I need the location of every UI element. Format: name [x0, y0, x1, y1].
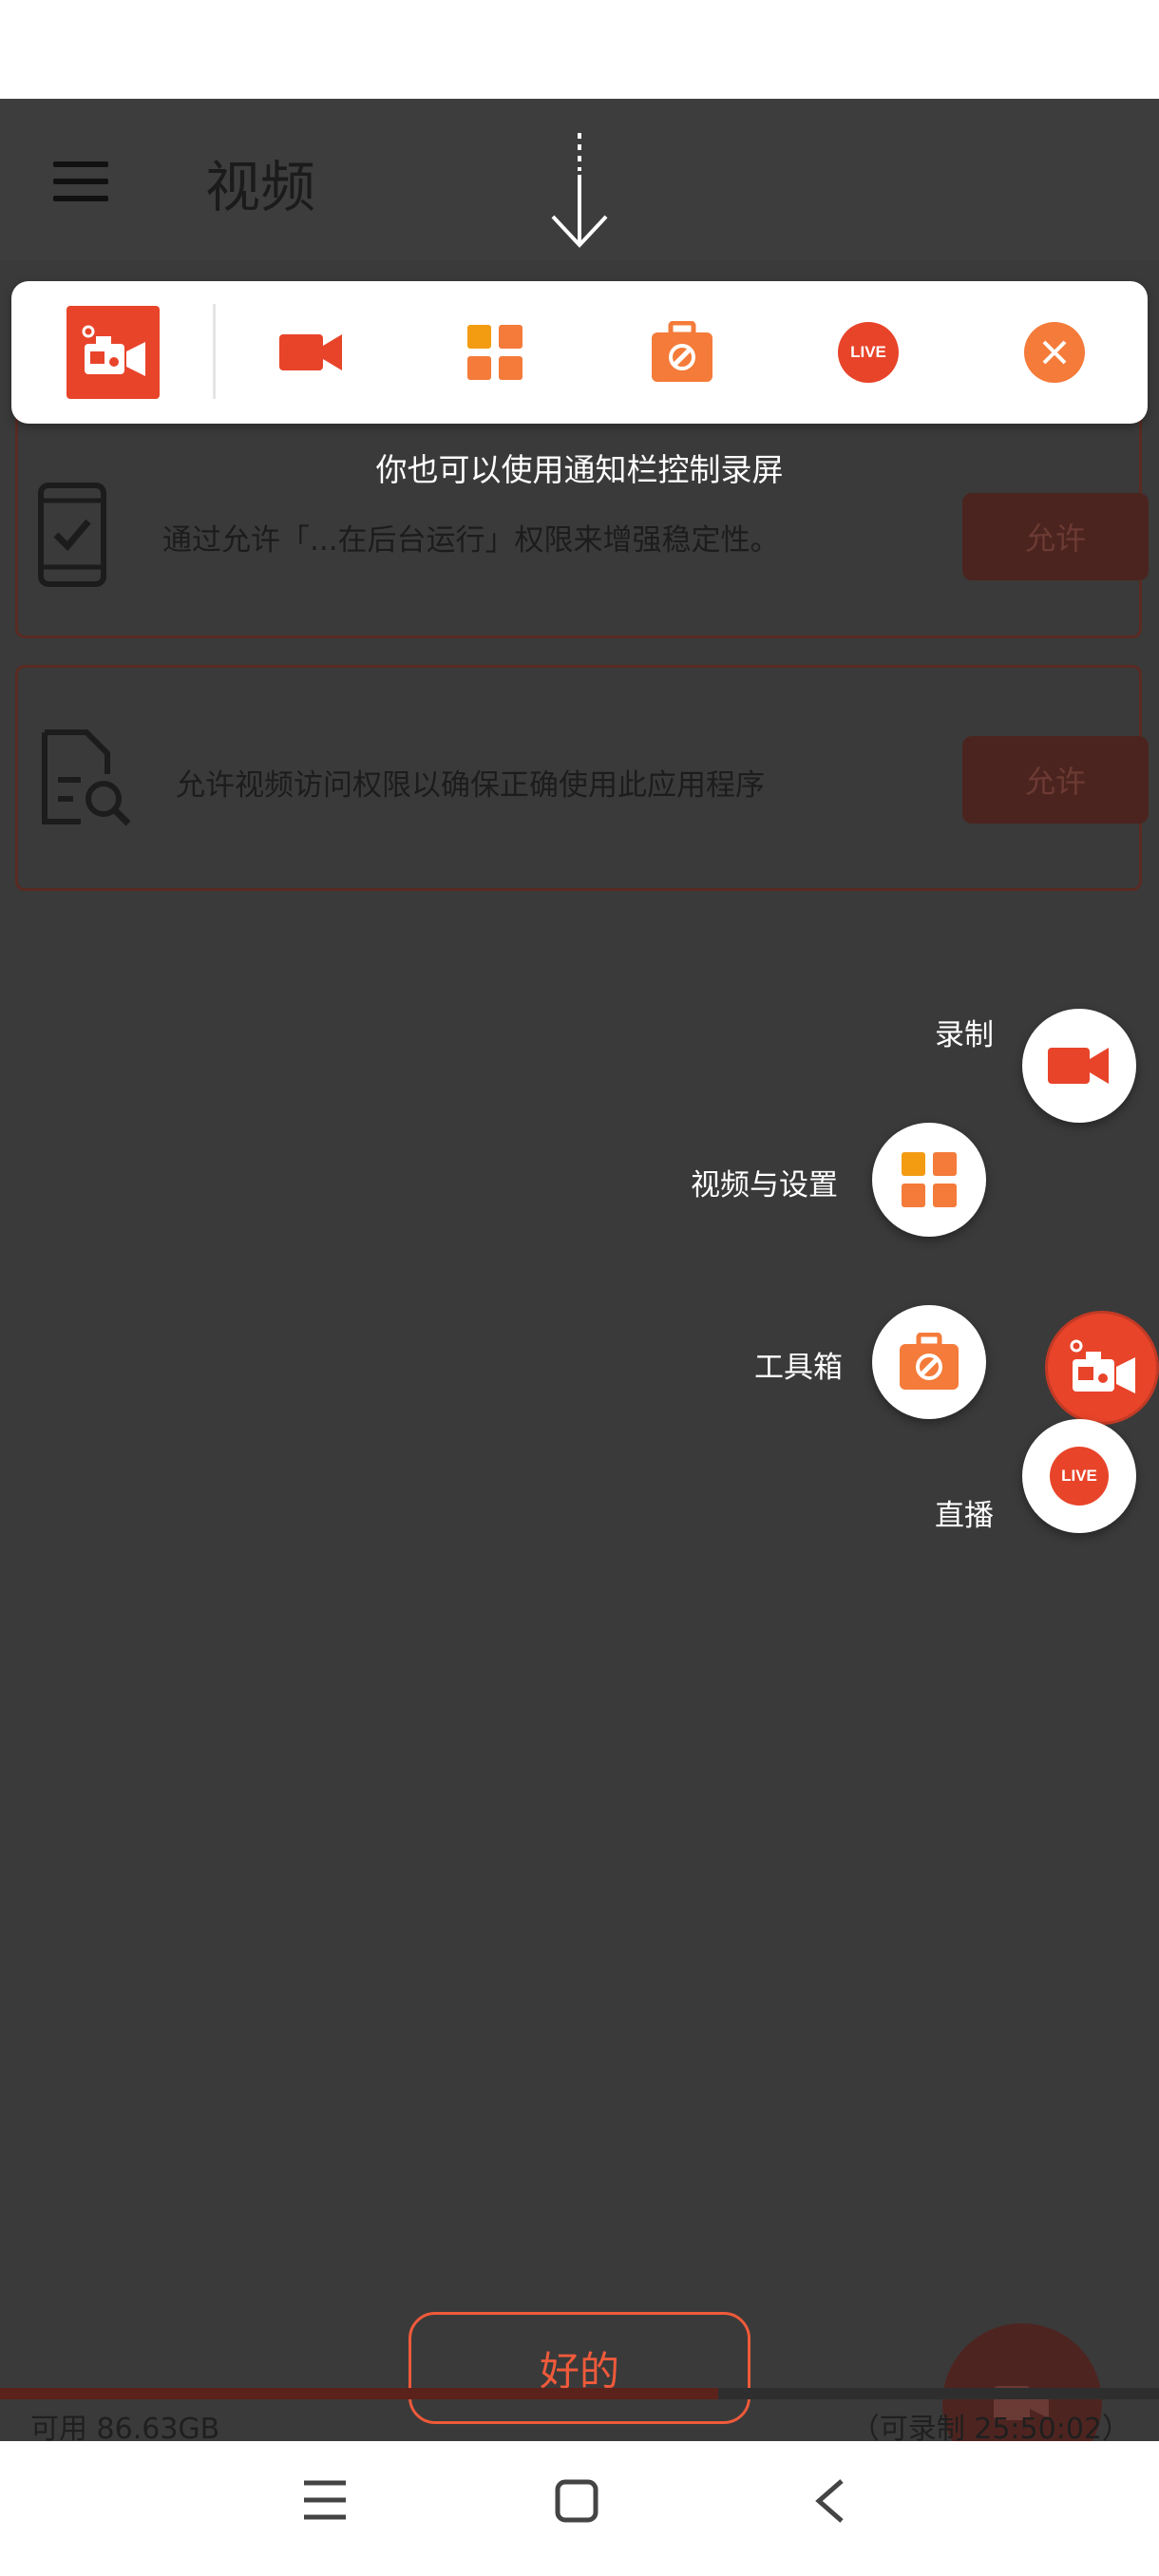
live-icon: LIVE	[1050, 1447, 1109, 1506]
ok-button[interactable]: 好的	[408, 2312, 750, 2424]
pull-down-arrow-icon	[551, 133, 608, 248]
floating-recorder-button[interactable]	[1045, 1311, 1159, 1425]
allow-video-button[interactable]: 允许	[962, 736, 1149, 824]
allow-background-button[interactable]: 允许	[962, 493, 1149, 580]
storage-bar-fill	[0, 2388, 719, 2399]
live-badge-text: LIVE	[850, 343, 886, 361]
quickbar-divider	[213, 304, 216, 399]
permission-card-video: 允许视频访问权限以确保正确使用此应用程序 允许	[15, 665, 1149, 891]
record-label: 录制	[935, 1018, 994, 1052]
page-title: 视频	[205, 155, 316, 219]
live-label: 直播	[935, 1499, 994, 1533]
app-logo-glyph	[82, 325, 145, 376]
toolbox-icon	[900, 1333, 959, 1390]
close-glyph	[1042, 340, 1067, 365]
home-icon[interactable]	[555, 2479, 598, 2523]
record-menu-button[interactable]	[1022, 1009, 1136, 1123]
live-icon[interactable]: LIVE	[838, 322, 899, 383]
phone-check-icon	[38, 483, 106, 587]
document-search-icon	[42, 729, 131, 826]
videos-settings-menu-button[interactable]	[872, 1123, 986, 1237]
app-logo-icon[interactable]	[66, 306, 160, 399]
permission-text-video: 允许视频访问权限以确保正确使用此应用程序	[176, 768, 765, 803]
videos-settings-label: 视频与设置	[691, 1168, 838, 1203]
app-logo-icon	[1070, 1339, 1135, 1393]
system-navigation-bar	[0, 2441, 1159, 2576]
grid-apps-icon	[902, 1152, 957, 1207]
back-icon[interactable]	[813, 2477, 847, 2525]
grid-apps-icon[interactable]	[467, 325, 522, 380]
recents-icon[interactable]	[302, 2479, 348, 2521]
permission-text-background: 通过允许「...在后台运行」权限来增强稳定性。	[162, 523, 780, 558]
record-camera-icon[interactable]	[279, 331, 344, 374]
notification-tip: 你也可以使用通知栏控制录屏	[375, 451, 784, 488]
status-bar	[0, 0, 1159, 99]
toolbox-menu-button[interactable]	[872, 1305, 986, 1419]
record-camera-icon	[1048, 1048, 1109, 1084]
live-badge-text: LIVE	[1061, 1467, 1097, 1485]
toolbox-icon[interactable]	[650, 321, 714, 384]
live-menu-button[interactable]: LIVE	[1022, 1419, 1136, 1533]
quick-control-bar: LIVE	[11, 281, 1148, 424]
toolbox-label: 工具箱	[754, 1351, 843, 1385]
close-icon[interactable]	[1024, 322, 1085, 383]
hamburger-menu-icon[interactable]	[53, 161, 108, 201]
